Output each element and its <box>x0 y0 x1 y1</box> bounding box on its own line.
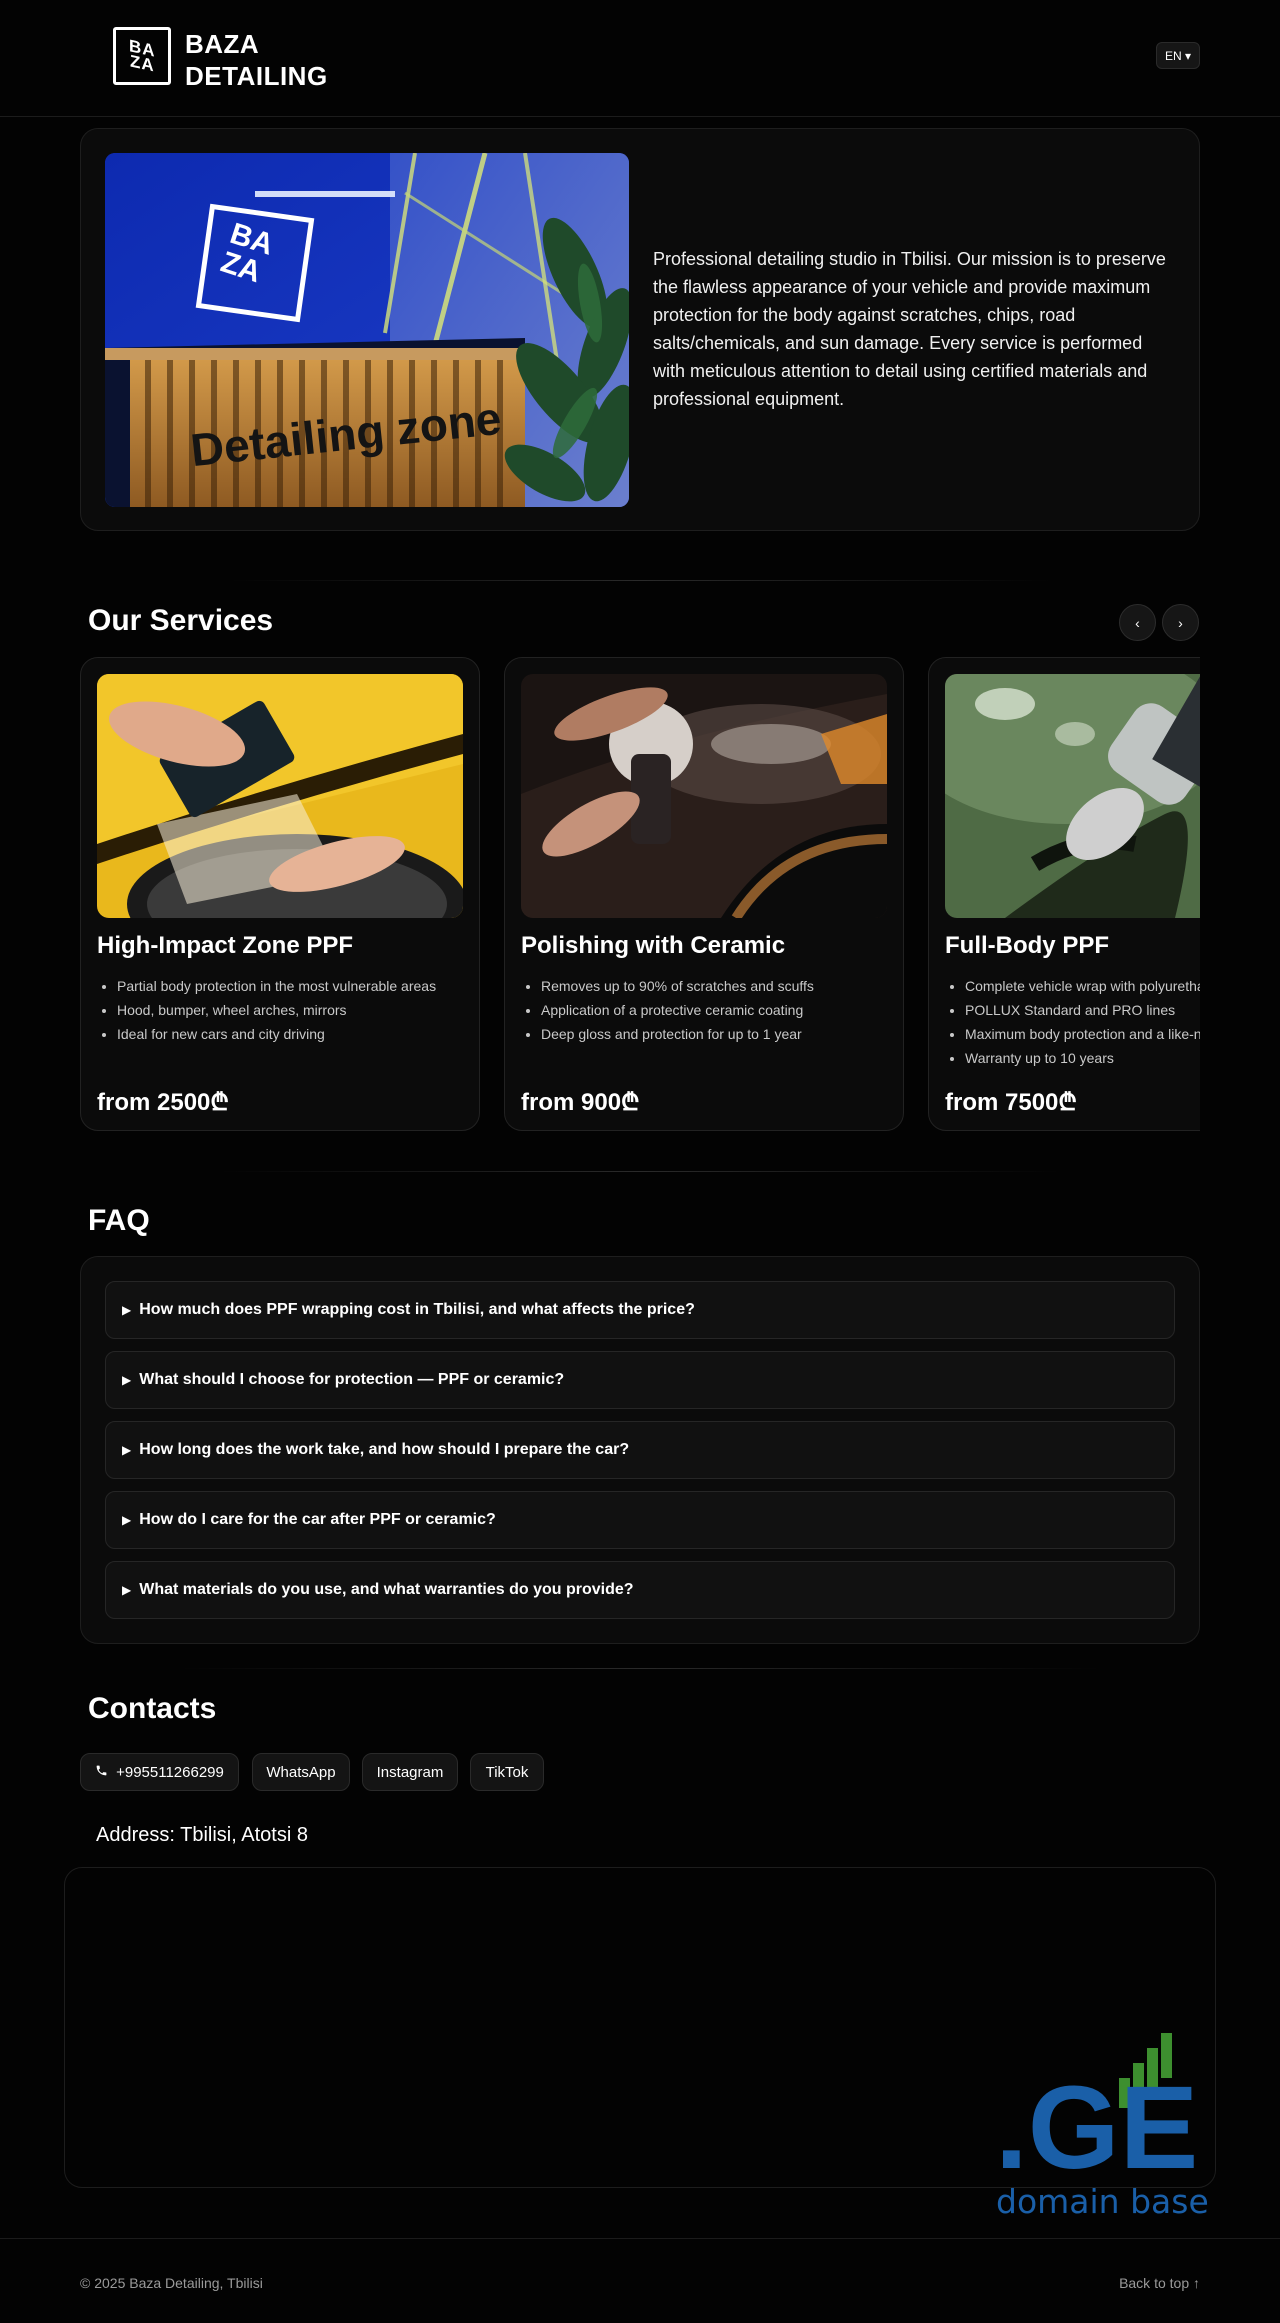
site-header: BA ZA BAZA DETAILING EN ▾ <box>0 0 1280 117</box>
faq-question-text: How much does PPF wrapping cost in Tbili… <box>139 1301 695 1318</box>
section-divider <box>180 1668 1100 1669</box>
brand-name[interactable]: BAZA DETAILING <box>185 28 328 92</box>
faq-question[interactable]: ▶ How long does the work take, and how s… <box>105 1421 1175 1479</box>
service-photo-full-ppf <box>945 674 1200 918</box>
faq-question[interactable]: ▶ What should I choose for protection — … <box>105 1351 1175 1409</box>
section-divider <box>230 580 1050 581</box>
expand-triangle-icon: ▶ <box>122 1513 132 1527</box>
service-photo-polishing <box>521 674 887 918</box>
service-feature: Application of a protective ceramic coat… <box>541 998 814 1022</box>
carousel-prev-button[interactable]: ‹ <box>1119 604 1156 641</box>
faq-question-text: How do I care for the car after PPF or c… <box>139 1511 496 1528</box>
service-title: Full-Body PPF <box>945 932 1109 959</box>
map-embed[interactable]: .GE <box>64 1867 1216 2188</box>
tiktok-button[interactable]: TikTok <box>470 1753 544 1791</box>
about-panel: BA ZA Detailing zone Professional detail… <box>80 128 1200 531</box>
service-feature-list: Removes up to 90% of scratches and scuff… <box>541 974 814 1046</box>
faq-question[interactable]: ▶ How do I care for the car after PPF or… <box>105 1491 1175 1549</box>
brand-logo-icon[interactable]: BA ZA <box>113 27 171 85</box>
svg-text:.GE: .GE <box>995 2062 1198 2188</box>
instagram-button[interactable]: Instagram <box>362 1753 458 1791</box>
site-footer: © 2025 Baza Detailing, Tbilisi Back to t… <box>0 2238 1280 2323</box>
service-feature-list: Complete vehicle wrap with polyurethane … <box>965 974 1200 1070</box>
service-title: High-Impact Zone PPF <box>97 932 354 959</box>
service-feature: Ideal for new cars and city driving <box>117 1022 436 1046</box>
ge-domain-tagline: domain base <box>996 2182 1209 2221</box>
service-title: Polishing with Ceramic <box>521 932 786 959</box>
whatsapp-button[interactable]: WhatsApp <box>252 1753 350 1791</box>
faq-question-text: What materials do you use, and what warr… <box>139 1581 634 1598</box>
phone-icon <box>95 1764 108 1781</box>
ge-domain-logo-icon: .GE <box>995 2033 1198 2188</box>
faq-question[interactable]: ▶ What materials do you use, and what wa… <box>105 1561 1175 1619</box>
services-carousel[interactable]: High-Impact Zone PPF Partial body protec… <box>80 657 1200 1131</box>
service-feature: Removes up to 90% of scratches and scuff… <box>541 974 814 998</box>
expand-triangle-icon: ▶ <box>122 1303 132 1317</box>
service-card-polishing[interactable]: Polishing with Ceramic Removes up to 90%… <box>504 657 904 1131</box>
brand-line-1: BAZA <box>185 29 260 59</box>
back-to-top-link[interactable]: Back to top ↑ <box>1119 2275 1200 2291</box>
phone-button[interactable]: +995511266299 <box>80 1753 239 1791</box>
copyright-text: © 2025 Baza Detailing, Tbilisi <box>80 2275 263 2291</box>
service-price: from 900₾ <box>521 1089 640 1116</box>
service-feature: Hood, bumper, wheel arches, mirrors <box>117 998 436 1022</box>
faq-panel: ▶ How much does PPF wrapping cost in Tbi… <box>80 1256 1200 1644</box>
service-feature-list: Partial body protection in the most vuln… <box>117 974 436 1046</box>
faq-question[interactable]: ▶ How much does PPF wrapping cost in Tbi… <box>105 1281 1175 1339</box>
service-feature: Deep gloss and protection for up to 1 ye… <box>541 1022 814 1046</box>
service-feature: Partial body protection in the most vuln… <box>117 974 436 998</box>
about-description: Professional detailing studio in Tbilisi… <box>653 249 1166 409</box>
section-divider <box>220 1171 1060 1172</box>
carousel-next-button[interactable]: › <box>1162 604 1199 641</box>
service-feature: Maximum body protection and a like-new l… <box>965 1022 1200 1046</box>
service-price: from 7500₾ <box>945 1089 1077 1116</box>
contacts-title: Contacts <box>88 1692 217 1725</box>
logo-line: ZA <box>129 51 155 76</box>
service-card-full-ppf[interactable]: Full-Body PPF Complete vehicle wrap with… <box>928 657 1200 1131</box>
expand-triangle-icon: ▶ <box>122 1583 132 1597</box>
studio-photo: BA ZA Detailing zone <box>105 153 629 507</box>
service-photo-ppf-zone <box>97 674 463 918</box>
service-card-ppf-zone[interactable]: High-Impact Zone PPF Partial body protec… <box>80 657 480 1131</box>
service-feature: Complete vehicle wrap with polyurethane … <box>965 974 1200 998</box>
faq-question-text: What should I choose for protection — PP… <box>139 1371 565 1388</box>
service-feature: Warranty up to 10 years <box>965 1046 1200 1070</box>
service-feature: POLLUX Standard and PRO lines <box>965 998 1200 1022</box>
services-title: Our Services <box>88 604 274 637</box>
faq-question-text: How long does the work take, and how sho… <box>139 1441 630 1458</box>
address-text: Address: Tbilisi, Atotsi 8 <box>96 1824 308 1846</box>
expand-triangle-icon: ▶ <box>122 1373 132 1387</box>
service-price: from 2500₾ <box>97 1089 229 1116</box>
brand-line-2: DETAILING <box>185 61 328 91</box>
faq-title: FAQ <box>88 1204 150 1237</box>
language-selector[interactable]: EN ▾ <box>1156 42 1200 69</box>
expand-triangle-icon: ▶ <box>122 1443 132 1457</box>
phone-number: +995511266299 <box>116 1763 224 1781</box>
